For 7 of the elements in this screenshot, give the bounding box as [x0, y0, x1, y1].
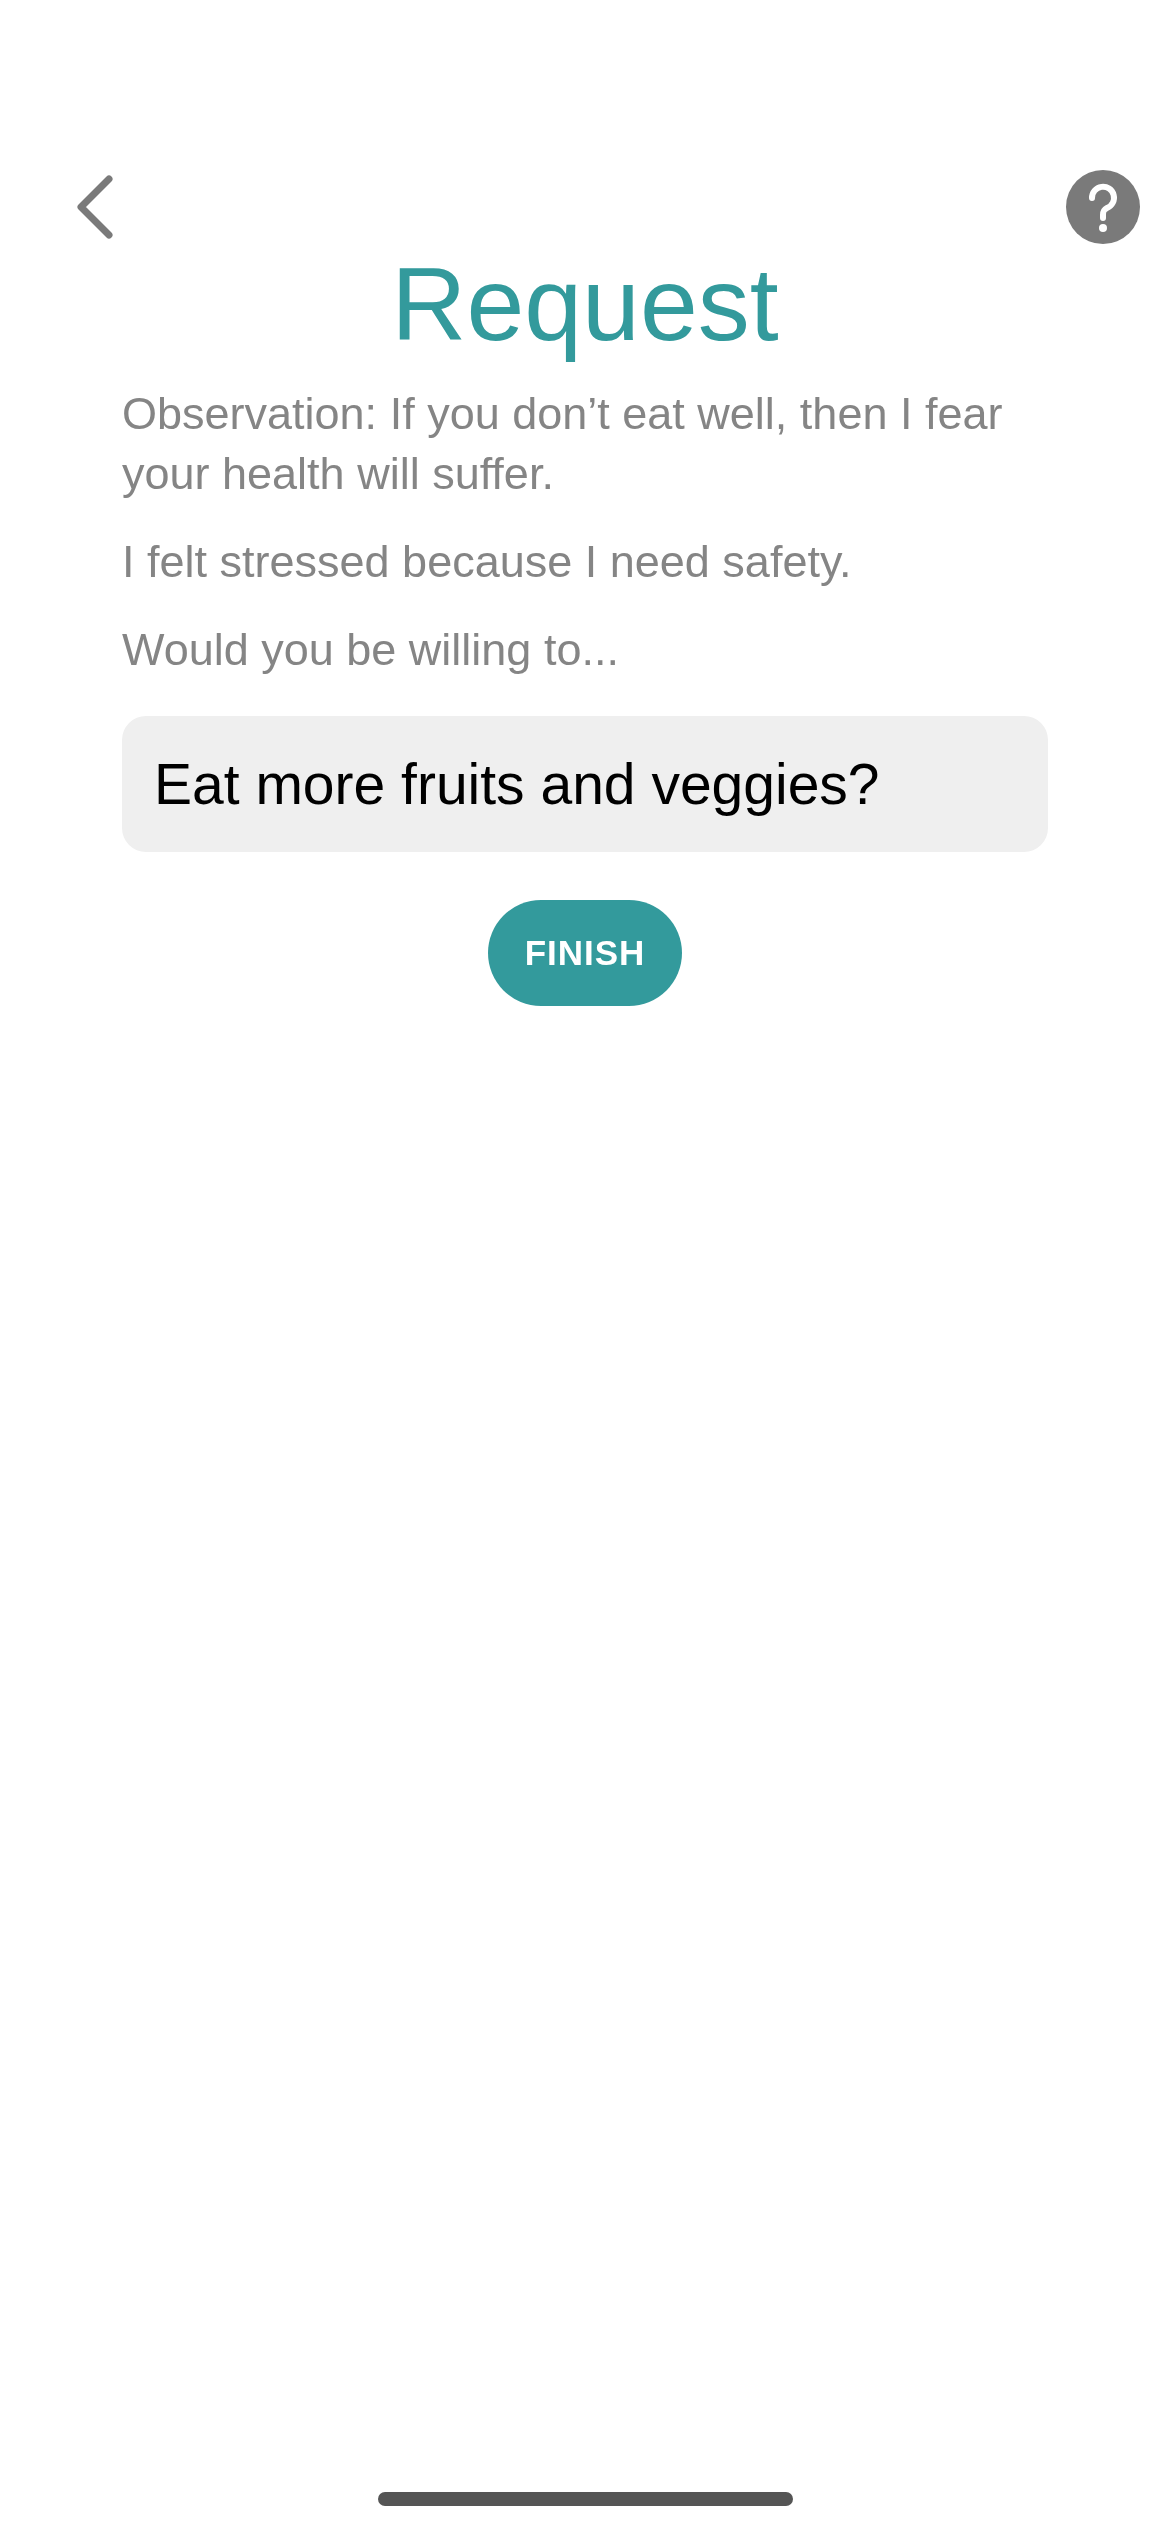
prompt-text: Would you be willing to...	[122, 623, 620, 677]
request-field[interactable]: Eat more fruits and veggies?	[122, 716, 1048, 852]
prompt-text: I felt stressed because I need safety.	[122, 535, 853, 589]
page-title: Request	[390, 245, 780, 364]
help-icon[interactable]	[1066, 170, 1140, 244]
prompt-text: Observation: If you don’t eat well, then I fear your health will suffer.	[122, 387, 1004, 501]
back-icon[interactable]	[75, 175, 115, 239]
